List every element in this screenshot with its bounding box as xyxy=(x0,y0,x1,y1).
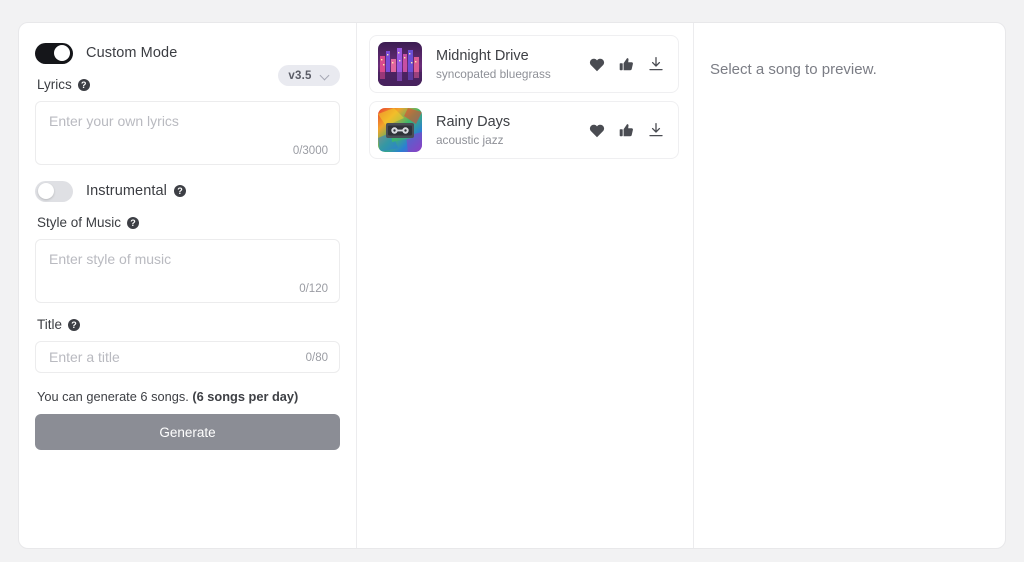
instrumental-toggle[interactable] xyxy=(35,180,73,202)
generate-button-label: Generate xyxy=(159,424,216,440)
generation-quota-text: You can generate 6 songs. (6 songs per d… xyxy=(37,389,340,404)
heart-icon[interactable] xyxy=(589,57,605,72)
title-label-row: Title ? xyxy=(37,317,340,332)
title-counter: 0/80 xyxy=(305,352,328,364)
heart-icon[interactable] xyxy=(589,123,605,138)
style-of-music-label: Style of Music xyxy=(37,215,122,230)
version-value: v3.5 xyxy=(288,69,312,82)
version-selector[interactable]: v3.5 xyxy=(278,65,340,86)
custom-mode-label: Custom Mode xyxy=(86,45,178,61)
custom-mode-toggle[interactable] xyxy=(35,42,73,64)
generate-button[interactable]: Generate xyxy=(35,414,340,450)
toggle-knob-icon xyxy=(54,45,70,61)
quota-bold-text: (6 songs per day) xyxy=(192,389,299,404)
thumbs-up-icon[interactable] xyxy=(619,57,634,72)
title-input[interactable]: Enter a title 0/80 xyxy=(35,341,340,373)
style-label-row: Style of Music ? xyxy=(37,215,340,230)
instrumental-label: Instrumental xyxy=(86,183,167,199)
neon-cityscape-artwork xyxy=(378,42,422,86)
preview-panel: Select a song to preview. xyxy=(694,23,1005,548)
title-placeholder: Enter a title xyxy=(49,349,120,365)
cassette-tape-artwork xyxy=(378,108,422,152)
title-label: Title xyxy=(37,317,63,332)
help-icon[interactable]: ? xyxy=(174,185,186,197)
song-list-panel: Midnight Drive syncopated bluegrass Rain… xyxy=(357,23,694,548)
song-subtitle: syncopated bluegrass xyxy=(436,66,551,81)
help-icon[interactable]: ? xyxy=(77,78,90,91)
song-subtitle: acoustic jazz xyxy=(436,132,504,147)
song-meta: Midnight Drive syncopated bluegrass xyxy=(436,48,589,81)
create-form-panel: Custom Mode v3.5 Lyrics ? Enter your own… xyxy=(19,23,357,548)
quota-text: You can generate 6 songs. xyxy=(37,389,193,404)
lyrics-counter: 0/3000 xyxy=(292,145,328,157)
song-actions xyxy=(589,122,664,138)
song-list-item[interactable]: Rainy Days acoustic jazz xyxy=(369,101,679,159)
preview-empty-message: Select a song to preview. xyxy=(710,61,877,78)
app-card: Custom Mode v3.5 Lyrics ? Enter your own… xyxy=(18,22,1006,549)
song-meta: Rainy Days acoustic jazz xyxy=(436,114,589,147)
lyrics-label: Lyrics xyxy=(37,77,72,92)
lyrics-placeholder: Enter your own lyrics xyxy=(49,113,179,129)
style-of-music-placeholder: Enter style of music xyxy=(49,251,172,267)
style-of-music-counter: 0/120 xyxy=(299,283,328,295)
thumbs-up-icon[interactable] xyxy=(619,123,634,138)
help-icon[interactable]: ? xyxy=(127,216,140,229)
instrumental-row: Instrumental ? xyxy=(35,179,340,203)
song-actions xyxy=(589,56,664,72)
lyrics-input[interactable]: Enter your own lyrics 0/3000 xyxy=(35,101,340,165)
song-title: Midnight Drive xyxy=(436,47,529,64)
custom-mode-row: Custom Mode xyxy=(35,41,340,65)
song-list-item[interactable]: Midnight Drive syncopated bluegrass xyxy=(369,35,679,93)
download-icon[interactable] xyxy=(648,122,664,138)
toggle-knob-icon xyxy=(38,183,54,199)
download-icon[interactable] xyxy=(648,56,664,72)
song-title: Rainy Days xyxy=(436,113,511,130)
chevron-down-icon xyxy=(321,71,330,80)
help-icon[interactable]: ? xyxy=(68,318,81,331)
style-of-music-input[interactable]: Enter style of music 0/120 xyxy=(35,239,340,303)
